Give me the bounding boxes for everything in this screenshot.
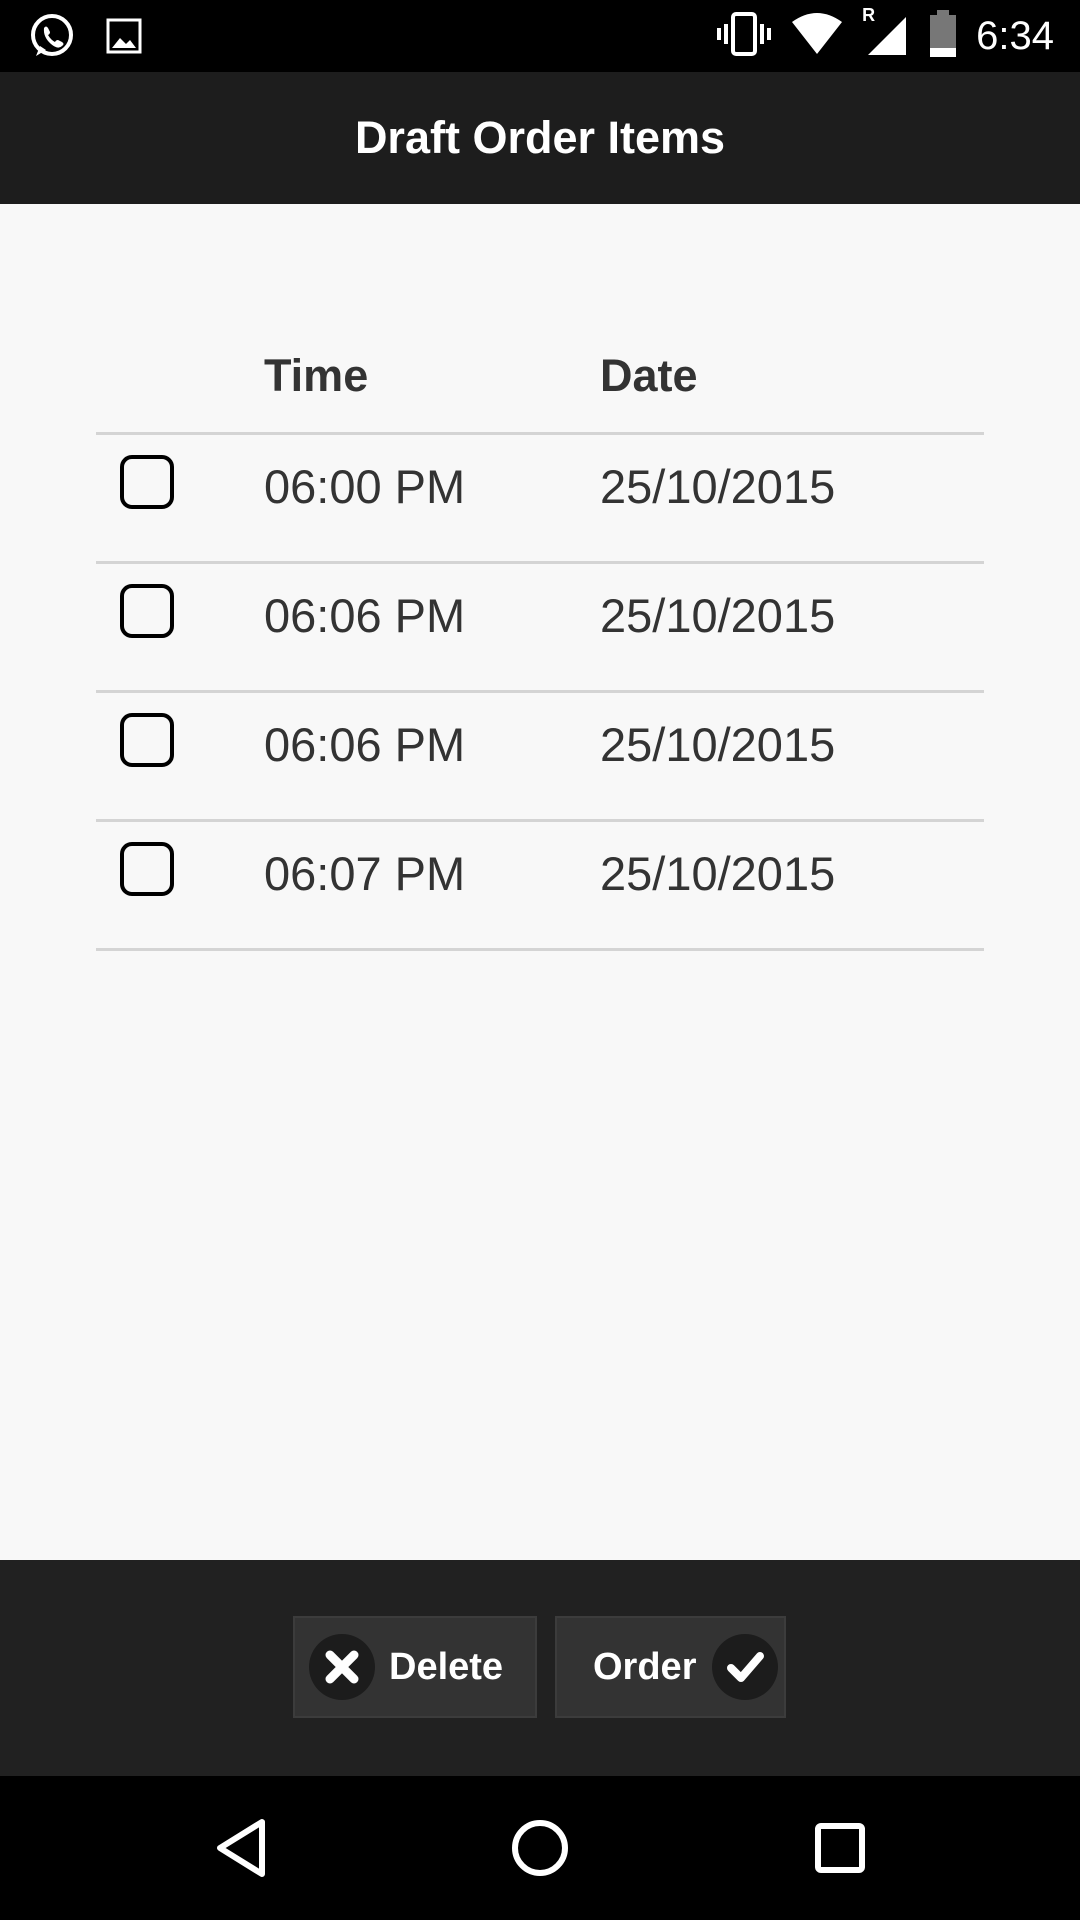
row-checkbox[interactable] [120,842,174,896]
back-icon[interactable] [206,1812,278,1884]
whatsapp-icon [28,12,76,65]
row-checkbox[interactable] [120,584,174,638]
row-time: 06:00 PM [264,460,466,513]
delete-button-label: Delete [389,1645,504,1688]
home-icon[interactable] [504,1812,576,1884]
row-checkbox[interactable] [120,455,174,509]
row-date: 25/10/2015 [600,718,836,771]
table-header: Time Date [96,330,984,435]
table-row: 06:07 PM 25/10/2015 [96,822,984,951]
recent-apps-icon[interactable] [804,1812,876,1884]
delete-button[interactable]: Delete [293,1616,537,1718]
action-bar: Delete Order [0,1560,1080,1776]
row-time: 06:06 PM [264,589,466,642]
image-icon [104,16,144,61]
navigation-bar [0,1776,1080,1920]
order-button-label: Order [593,1645,697,1688]
page-title: Draft Order Items [354,112,726,163]
order-button[interactable]: Order [555,1616,786,1718]
row-time: 06:06 PM [264,718,466,771]
roaming-indicator: R [862,5,876,25]
system-status-icons: R 6:34 [716,5,1054,63]
vibrate-icon [716,12,772,61]
row-time: 06:07 PM [264,847,466,900]
table-row: 06:00 PM 25/10/2015 [96,435,984,564]
table-row: 06:06 PM 25/10/2015 [96,564,984,693]
row-date: 25/10/2015 [600,460,836,513]
app-bar: Draft Order Items [0,72,1080,204]
notification-icons [28,12,144,65]
battery-icon [928,10,958,63]
column-header-time: Time [264,350,369,401]
signal-roaming-icon: R [862,5,910,62]
close-circle-icon [309,1634,375,1700]
row-checkbox[interactable] [120,713,174,767]
row-date: 25/10/2015 [600,589,836,642]
status-bar: R 6:34 [0,0,1080,72]
check-circle-icon [712,1634,779,1700]
status-clock: 6:34 [976,14,1054,58]
table-row: 06:06 PM 25/10/2015 [96,693,984,822]
draft-items-table: Time Date 06:00 PM 25/10/2015 06:06 PM 2… [96,330,984,951]
column-header-date: Date [600,350,698,401]
row-date: 25/10/2015 [600,847,836,900]
wifi-icon [790,12,844,61]
